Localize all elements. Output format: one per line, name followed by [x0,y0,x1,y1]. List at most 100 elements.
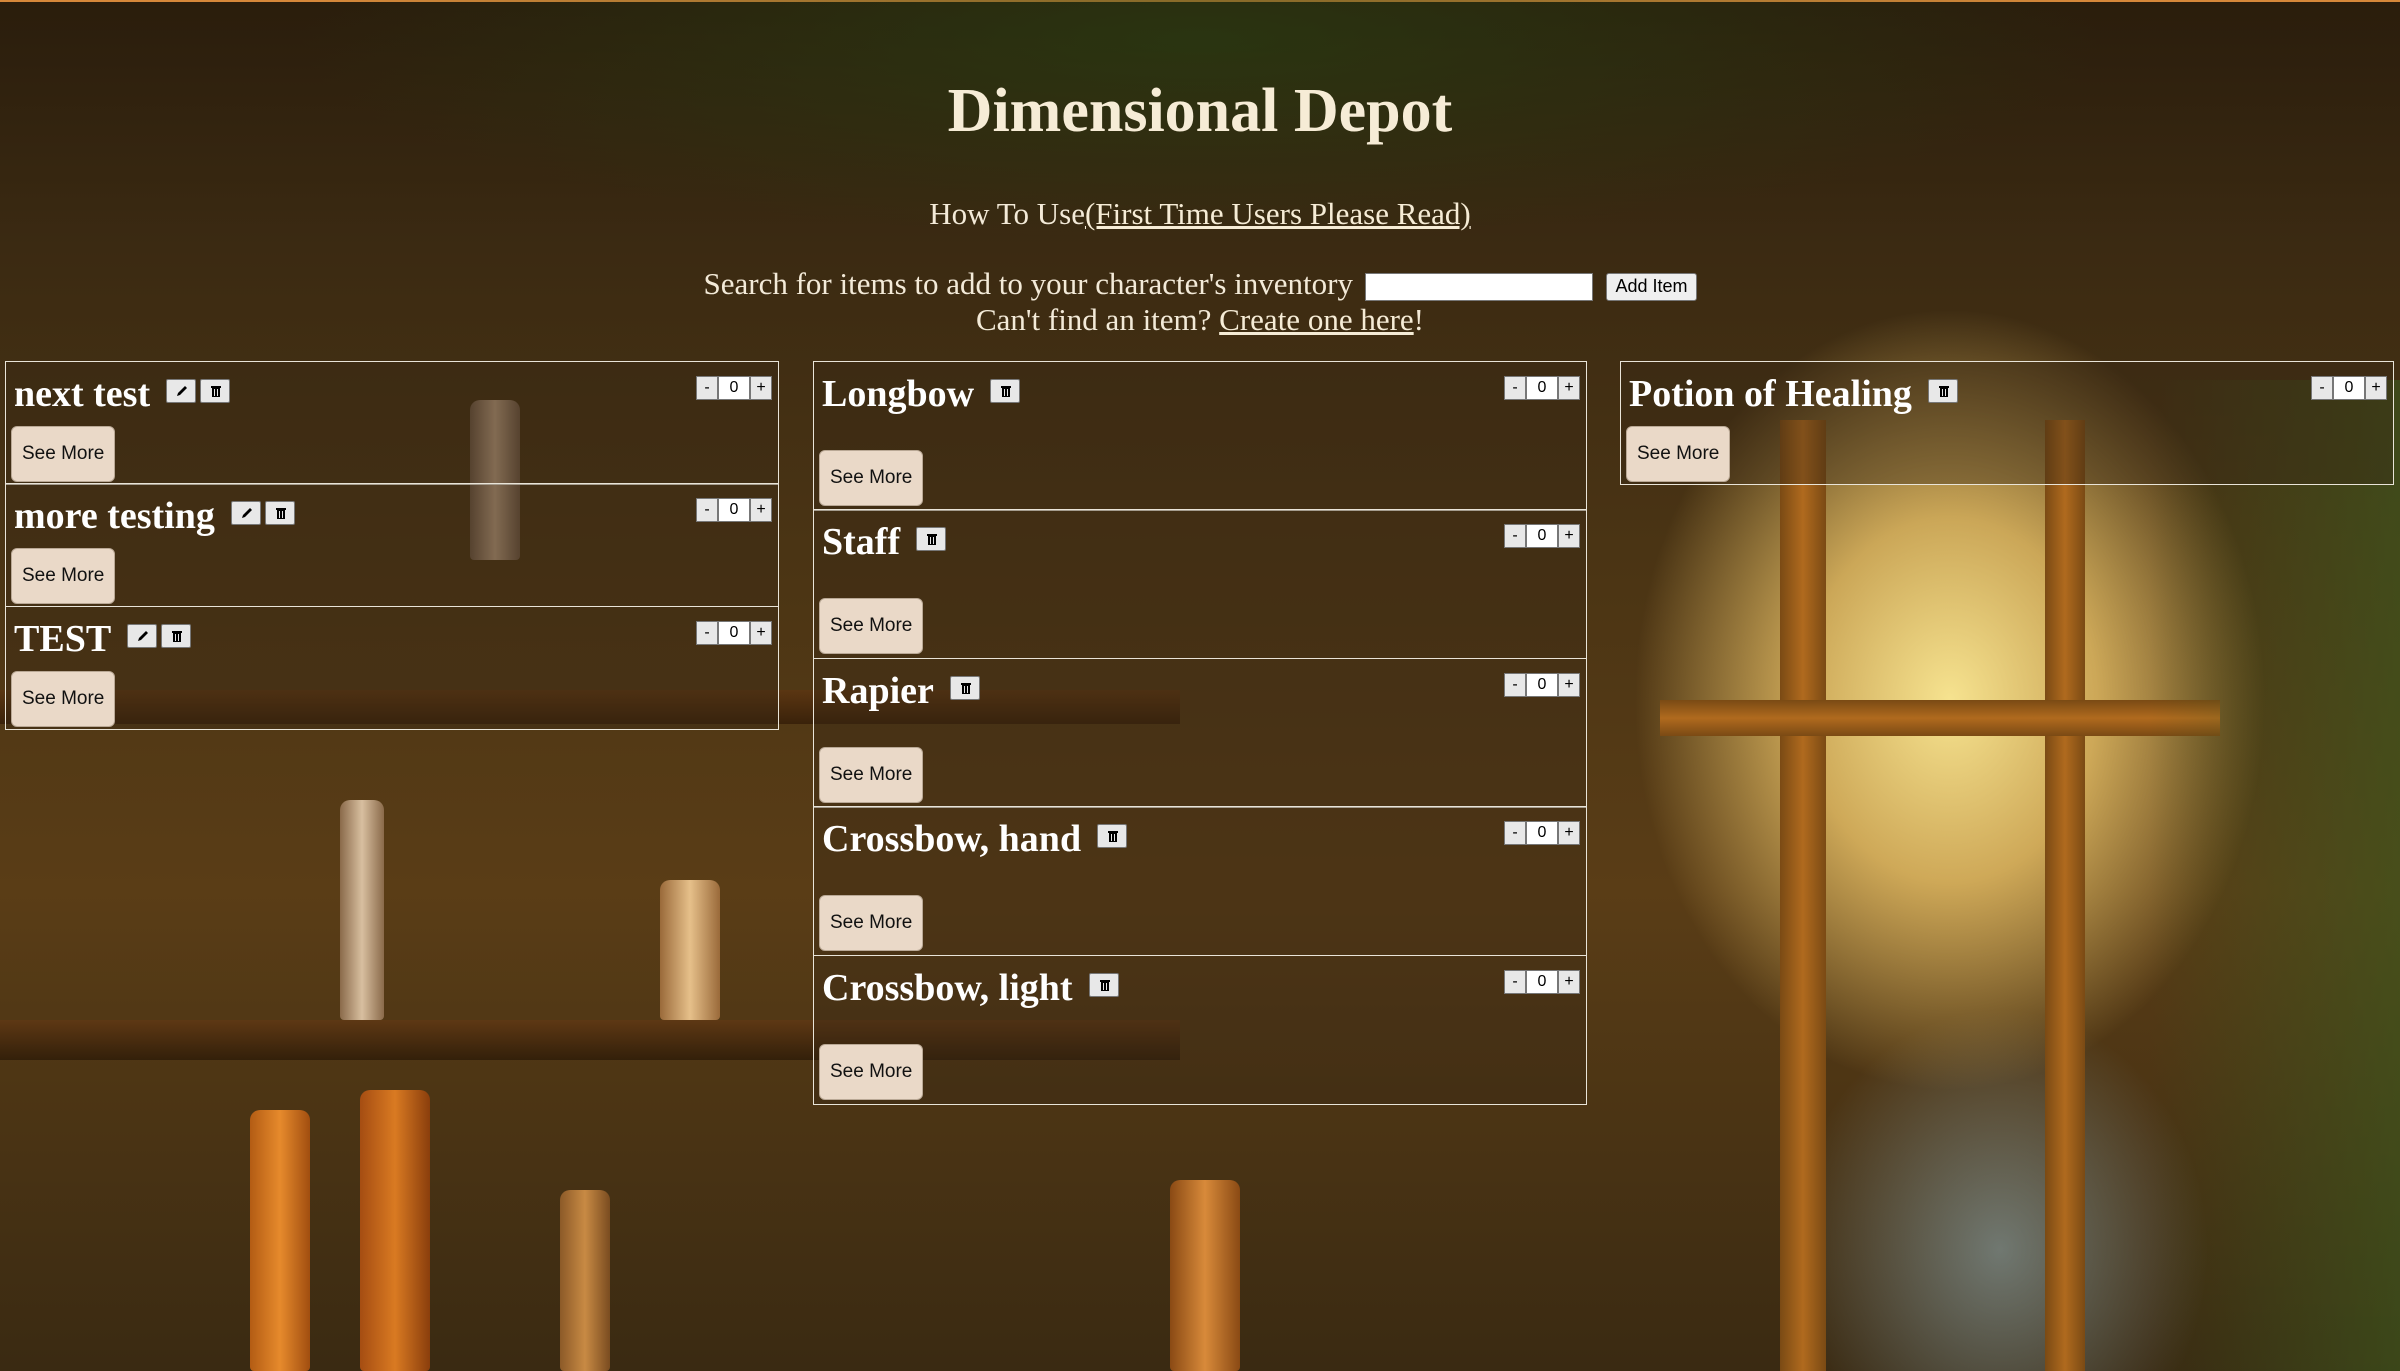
item-card: Potion of Healing -0 + See More [1620,360,2394,485]
item-name: Rapier [822,669,934,712]
quantity-stepper: -0 + [696,375,772,400]
see-more-button[interactable]: See More [1626,425,1731,482]
item-name: Potion of Healing [1629,372,1912,415]
decrement-button[interactable]: - [2311,375,2333,400]
pencil-icon[interactable] [230,501,261,526]
trash-icon[interactable] [1088,972,1119,997]
quantity-value[interactable]: 0 [718,620,750,645]
quantity-value[interactable]: 0 [2333,375,2365,400]
quantity-value[interactable]: 0 [1526,672,1558,697]
top-border [0,0,2400,2]
create-item-link[interactable]: Create one here [1219,302,1414,337]
increment-button[interactable]: + [1558,821,1580,845]
increment-button[interactable]: + [750,498,772,522]
background-bottle [660,880,720,1020]
increment-button[interactable]: + [750,375,772,400]
background-window-frame [1780,420,1826,1371]
item-name: more testing [14,495,215,537]
item-card: Crossbow, hand -0 + See More [813,806,1587,956]
background-vines [2150,380,2400,1371]
increment-button[interactable]: + [1558,969,1580,994]
see-more-button[interactable]: See More [819,895,924,951]
background-bottle [340,800,384,1020]
decrement-button[interactable]: - [696,620,718,645]
trash-icon[interactable] [264,501,295,526]
quantity-value[interactable]: 0 [1526,375,1558,400]
cant-find-label: Can't find an item? [975,302,1220,337]
see-more-button[interactable]: See More [819,746,924,803]
how-to-use-link[interactable]: (First Time Users Please Read) [1085,196,1471,231]
how-to-use: How To Use(First Time Users Please Read) [0,196,2400,232]
item-card: Longbow -0 + See More [813,360,1587,511]
quantity-stepper: -0 + [1504,672,1580,697]
see-more-button[interactable]: See More [11,670,116,727]
quantity-stepper: -0 + [2311,375,2387,400]
pencil-icon[interactable] [127,623,158,648]
trash-icon[interactable] [161,623,192,648]
search-label: Search for items to add to your characte… [703,266,1353,301]
inventory-column-2: Longbow -0 + See More Staff -0 + See More … [813,360,1587,1105]
search-row: Search for items to add to your characte… [0,266,2400,302]
increment-button[interactable]: + [1558,672,1580,697]
quantity-stepper: -0 + [1504,375,1580,400]
cant-find-suffix: ! [1413,302,1424,337]
quantity-value[interactable]: 0 [1526,821,1558,845]
quantity-stepper: -0 + [1504,821,1580,845]
item-card: Crossbow, light -0 + See More [813,954,1587,1105]
decrement-button[interactable]: - [1504,969,1526,994]
page-title: Dimensional Depot [947,77,1453,145]
increment-button[interactable]: + [1558,524,1580,548]
item-name: Longbow [822,372,975,415]
trash-icon[interactable] [990,378,1021,403]
see-more-button[interactable]: See More [11,548,116,604]
background-window-frame [1660,700,2220,736]
trash-icon[interactable] [949,675,980,700]
add-item-button[interactable]: Add Item [1606,272,1697,301]
see-more-button[interactable]: See More [819,1043,924,1100]
increment-button[interactable]: + [750,620,772,645]
background-window-frame [2045,420,2085,1371]
see-more-button[interactable]: See More [11,425,116,482]
quantity-stepper: -0 + [696,620,772,645]
item-name: Crossbow, light [822,966,1073,1009]
quantity-stepper: -0 + [696,498,772,522]
quantity-value[interactable]: 0 [1526,524,1558,548]
item-card: Staff -0 + See More [813,509,1587,659]
item-name: Staff [822,521,901,563]
item-search-input[interactable] [1364,272,1593,301]
background-bottle [1170,1180,1240,1371]
trash-icon[interactable] [200,378,231,403]
decrement-button[interactable]: - [1504,672,1526,697]
cant-find-row: Can't find an item? Create one here! [0,302,2400,338]
quantity-stepper: -0 + [1504,969,1580,994]
quantity-value[interactable]: 0 [718,498,750,522]
background-bottle [360,1090,430,1371]
item-name: TEST [14,617,112,660]
decrement-button[interactable]: - [1504,821,1526,845]
background-bottle [560,1190,610,1371]
inventory-column-3: Potion of Healing -0 + See More [1620,360,2394,485]
trash-icon[interactable] [1927,378,1958,403]
inventory-column-1: next test -0 + See More more testing -0 + … [5,360,779,730]
background-bottle [250,1110,310,1371]
item-name: Crossbow, hand [822,818,1082,860]
item-name: next test [14,372,151,415]
item-card: next test -0 + See More [5,360,779,485]
quantity-value[interactable]: 0 [1526,969,1558,994]
item-card: TEST -0 + See More [5,605,779,730]
increment-button[interactable]: + [2365,375,2387,400]
trash-icon[interactable] [916,527,947,552]
decrement-button[interactable]: - [696,498,718,522]
decrement-button[interactable]: - [1504,524,1526,548]
decrement-button[interactable]: - [696,375,718,400]
item-card: Rapier -0 + See More [813,657,1587,808]
how-to-use-label: How To Use [929,196,1085,231]
increment-button[interactable]: + [1558,375,1580,400]
trash-icon[interactable] [1097,824,1128,849]
quantity-value[interactable]: 0 [718,375,750,400]
item-card: more testing -0 + See More [5,483,779,607]
see-more-button[interactable]: See More [819,449,924,506]
see-more-button[interactable]: See More [819,598,924,654]
pencil-icon[interactable] [166,378,197,403]
decrement-button[interactable]: - [1504,375,1526,400]
